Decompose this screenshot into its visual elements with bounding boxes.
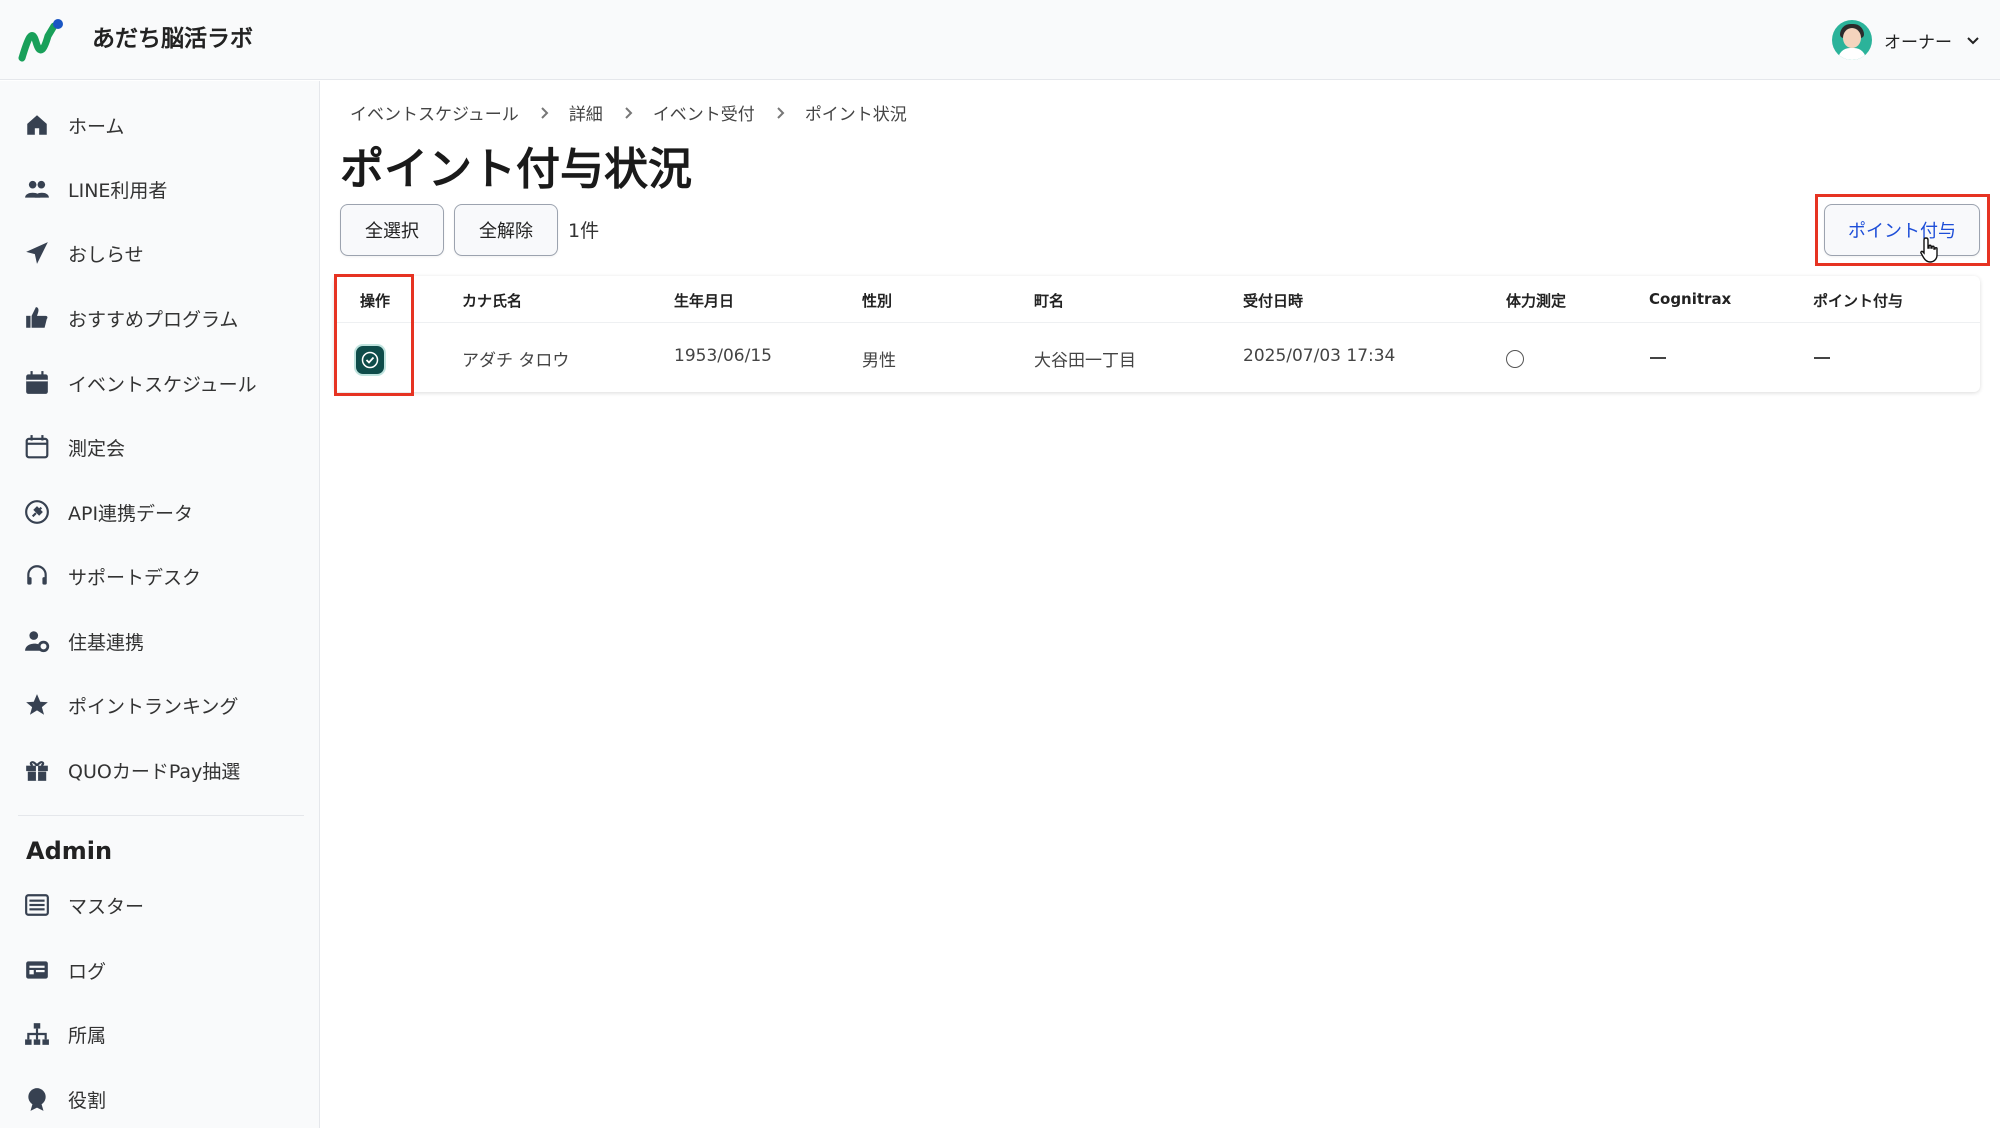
chevron-right-icon [777,106,785,119]
home-icon [22,110,52,140]
highlight-box [334,274,414,396]
paper-plane-icon [22,238,52,268]
cell-points-dash-icon [1814,357,1830,359]
sidebar-item-log[interactable]: ログ [22,952,106,988]
avatar [1832,20,1872,60]
chevron-right-icon [625,106,633,119]
sidebar-item-label: API連携データ [68,502,194,525]
column-header-reception-datetime: 受付日時 [1243,292,1304,310]
sidebar-item-label: おすすめプログラム [68,308,239,331]
sidebar-item-notices[interactable]: おしらせ [22,235,144,271]
list-icon [22,890,52,920]
sidebar-item-label: ログ [68,960,107,983]
select-all-button[interactable]: 全選択 [340,204,444,256]
sitemap-icon [22,1019,52,1049]
sidebar-item-master[interactable]: マスター [22,887,144,923]
plug-icon [22,497,52,527]
sidebar-item-label: 所属 [68,1024,107,1047]
gift-icon [22,755,52,785]
sidebar-item-role[interactable]: 役割 [22,1081,106,1117]
cell-gender: 男性 [862,351,896,371]
admin-section-title: Admin [26,837,113,865]
sidebar-item-label: LINE利用者 [68,179,168,202]
cell-kana-name: アダチ タロウ [462,351,570,371]
breadcrumb-event-schedule[interactable]: イベントスケジュール [350,100,519,125]
column-header-points: ポイント付与 [1813,292,1904,310]
sidebar-item-point-ranking[interactable]: ポイントランキング [22,687,238,723]
points-table [334,276,1980,392]
chevron-right-icon [541,106,549,119]
users-icon [22,174,52,204]
column-header-birthdate: 生年月日 [674,292,735,310]
breadcrumb-detail[interactable]: 詳細 [569,100,603,125]
result-count: 1件 [568,220,600,242]
breadcrumb-point-status: ポイント状況 [804,105,907,125]
calendar-icon [22,368,52,398]
sidebar-item-event-schedule[interactable]: イベントスケジュール [22,365,257,401]
chevron-down-icon [1967,37,1979,45]
app-title: あだち脳活ラボ [92,26,253,52]
column-header-physical-test: 体力測定 [1506,292,1567,310]
breadcrumb-event-reception[interactable]: イベント受付 [653,100,755,125]
user-gear-icon [22,626,52,656]
sidebar-item-label: ホーム [68,115,125,138]
column-header-kana-name: カナ氏名 [462,292,523,310]
sidebar-item-label: 住基連携 [68,631,145,654]
deselect-all-button[interactable]: 全解除 [454,204,558,256]
hand-pointer-icon [1920,237,1938,263]
highlight-box [1815,194,1990,266]
sidebar-item-support-desk[interactable]: サポートデスク [22,558,201,594]
sidebar: ホーム LINE利用者 おしらせ おすすめプログラム イベントスケジュール 測定… [0,81,320,1128]
column-header-cognitrax: Cognitrax [1649,290,1732,308]
sidebar-item-label: サポートデスク [68,566,202,589]
app-header: あだち脳活ラボ オーナー [0,0,2000,80]
cell-physical-test-circle-icon [1506,350,1524,368]
column-header-gender: 性別 [862,292,893,310]
sidebar-item-home[interactable]: ホーム [22,107,124,143]
user-name: オーナー [1884,32,1952,53]
page-title: ポイント付与状況 [340,144,692,195]
sidebar-item-resident-link[interactable]: 住基連携 [22,623,144,659]
calendar-outline-icon [22,432,52,462]
column-header-town: 町名 [1034,292,1065,310]
sidebar-item-line-users[interactable]: LINE利用者 [22,171,167,207]
log-icon [22,955,52,985]
badge-icon [22,1084,52,1114]
app-logo[interactable] [18,18,64,62]
sidebar-item-measurement[interactable]: 測定会 [22,429,125,465]
cell-town: 大谷田一丁目 [1034,351,1136,371]
cell-reception-datetime: 2025/07/03 17:34 [1243,346,1396,366]
sidebar-item-label: 役割 [68,1089,107,1112]
sidebar-item-programs[interactable]: おすすめプログラム [22,300,238,336]
breadcrumb: イベントスケジュール 詳細 イベント受付 ポイント状況 [350,100,907,125]
sidebar-item-label: ポイントランキング [68,695,239,718]
cell-birthdate: 1953/06/15 [674,346,772,366]
thumbs-up-icon [22,303,52,333]
sidebar-item-label: イベントスケジュール [68,373,257,396]
cell-cognitrax-dash-icon [1650,357,1666,359]
sidebar-divider [18,815,304,816]
table-header-divider [334,322,1980,323]
sidebar-item-label: 測定会 [68,437,126,460]
sidebar-item-api-data[interactable]: API連携データ [22,494,193,530]
sidebar-item-affiliation[interactable]: 所属 [22,1016,106,1052]
sidebar-item-label: QUOカードPay抽選 [68,760,241,783]
sidebar-item-quo-card-lottery[interactable]: QUOカードPay抽選 [22,752,240,788]
star-icon [22,690,52,720]
user-menu[interactable]: オーナー [1832,20,1982,60]
sidebar-item-label: おしらせ [68,243,144,266]
sidebar-item-label: マスター [68,895,145,918]
headset-icon [22,561,52,591]
